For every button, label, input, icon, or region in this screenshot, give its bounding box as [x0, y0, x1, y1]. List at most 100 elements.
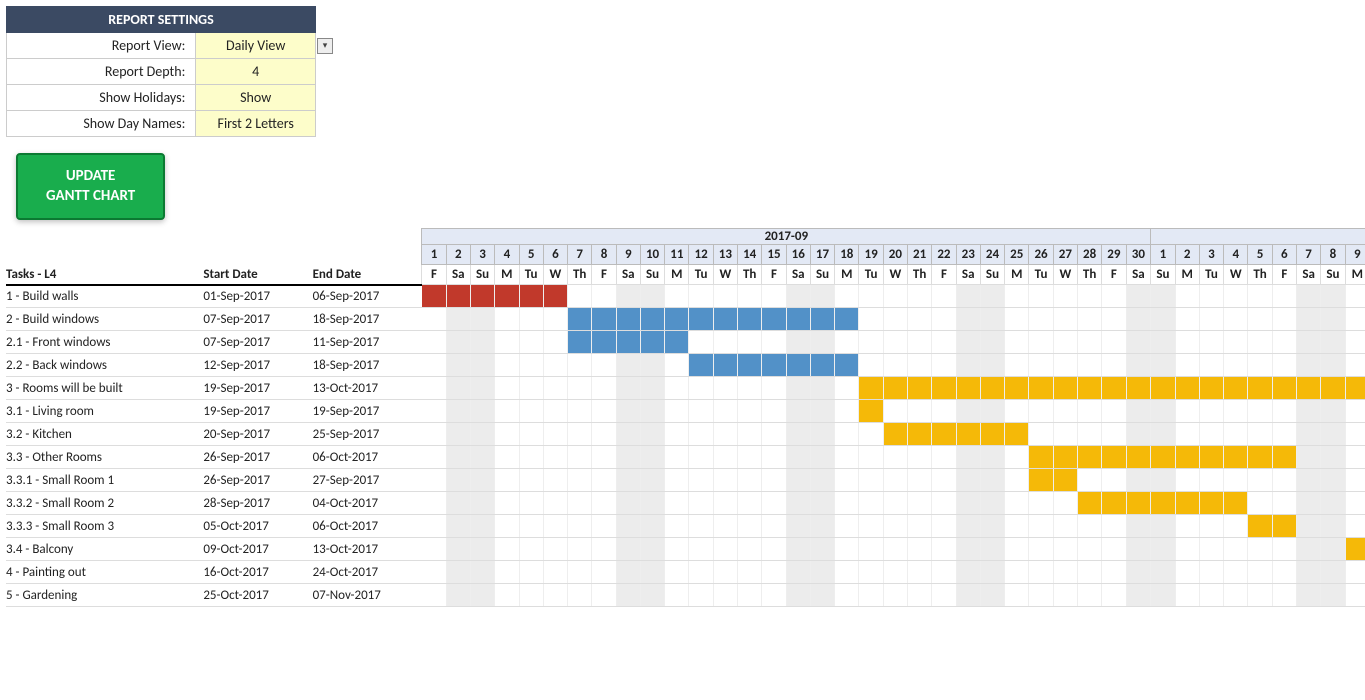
day-name: M: [495, 265, 519, 285]
grid-cell: [1199, 331, 1223, 354]
day-number: 25: [1005, 245, 1029, 265]
grid-cell: [640, 469, 664, 492]
grid-cell: [446, 469, 470, 492]
grid-cell: [592, 538, 616, 561]
grid-cell: [1345, 584, 1365, 607]
update-gantt-button[interactable]: UPDATE GANTT CHART: [16, 153, 165, 220]
grid-cell: [1224, 331, 1248, 354]
grid-cell: [1248, 400, 1272, 423]
grid-cell: [1296, 446, 1320, 469]
day-number: 7: [1296, 245, 1320, 265]
grid-cell: [1199, 423, 1223, 446]
grid-cell: [1199, 469, 1223, 492]
grid-cell: [1102, 538, 1126, 561]
grid-cell: [810, 492, 834, 515]
grid-cell: [592, 469, 616, 492]
grid-cell: [835, 285, 859, 308]
grid-cell: [1151, 469, 1175, 492]
grid-cell: [1102, 285, 1126, 308]
grid-cell: [1175, 423, 1199, 446]
task-name: 3.3.2 - Small Room 2: [6, 492, 203, 515]
gantt-bar: [883, 377, 907, 400]
grid-cell: [665, 285, 689, 308]
label-report-view: Report View:: [7, 33, 196, 59]
gantt-bar: [1029, 446, 1053, 469]
day-number: 13: [713, 245, 737, 265]
gantt-bar: [835, 354, 859, 377]
grid-cell: [835, 400, 859, 423]
grid-cell: [738, 538, 762, 561]
grid-cell: [883, 469, 907, 492]
grid-cell: [859, 561, 883, 584]
gantt-bar: [1029, 377, 1053, 400]
day-number: 8: [592, 245, 616, 265]
grid-cell: [1102, 331, 1126, 354]
settings-header: REPORT SETTINGS: [7, 7, 316, 33]
grid-cell: [1224, 469, 1248, 492]
table-row: 3.2 - Kitchen20-Sep-201725-Sep-2017: [6, 423, 1365, 446]
grid-cell: [980, 331, 1004, 354]
grid-cell: [883, 285, 907, 308]
grid-cell: [1296, 400, 1320, 423]
grid-cell: [1053, 492, 1077, 515]
gantt-bar: [786, 354, 810, 377]
grid-cell: [1345, 423, 1365, 446]
grid-cell: [446, 492, 470, 515]
grid-cell: [1053, 423, 1077, 446]
gantt-bar: [1345, 377, 1365, 400]
gantt-bar: [1077, 446, 1101, 469]
day-name: W: [713, 265, 737, 285]
grid-cell: [883, 308, 907, 331]
grid-cell: [1248, 423, 1272, 446]
task-name: 3.2 - Kitchen: [6, 423, 203, 446]
grid-cell: [738, 423, 762, 446]
grid-cell: [543, 377, 567, 400]
end-date: 04-Oct-2017: [313, 492, 422, 515]
grid-cell: [1151, 400, 1175, 423]
day-number: 28: [1077, 245, 1101, 265]
grid-cell: [1077, 538, 1101, 561]
grid-cell: [1296, 538, 1320, 561]
value-report-view[interactable]: Daily View ▾: [196, 33, 316, 59]
grid-cell: [543, 584, 567, 607]
grid-cell: [640, 377, 664, 400]
grid-cell: [519, 331, 543, 354]
task-name: 3.3.3 - Small Room 3: [6, 515, 203, 538]
grid-cell: [519, 423, 543, 446]
grid-cell: [1224, 538, 1248, 561]
grid-cell: [1175, 331, 1199, 354]
grid-cell: [908, 331, 932, 354]
day-name: Sa: [446, 265, 470, 285]
grid-cell: [980, 308, 1004, 331]
grid-cell: [1102, 308, 1126, 331]
grid-cell: [689, 469, 713, 492]
grid-cell: [1126, 354, 1151, 377]
grid-cell: [1029, 400, 1053, 423]
day-number: 2: [446, 245, 470, 265]
grid-cell: [616, 561, 640, 584]
grid-cell: [908, 469, 932, 492]
grid-cell: [1151, 584, 1175, 607]
grid-cell: [786, 515, 810, 538]
end-date: 06-Oct-2017: [313, 515, 422, 538]
grid-cell: [422, 446, 446, 469]
day-name: Su: [810, 265, 834, 285]
gantt-bar: [665, 308, 689, 331]
grid-cell: [495, 515, 519, 538]
value-report-depth[interactable]: 4: [196, 59, 316, 85]
value-show-daynames[interactable]: First 2 Letters: [196, 111, 316, 137]
gantt-bar: [908, 377, 932, 400]
grid-cell: [980, 446, 1004, 469]
task-name: 4 - Painting out: [6, 561, 203, 584]
grid-cell: [640, 423, 664, 446]
gantt-bar: [908, 423, 932, 446]
day-number: 17: [810, 245, 834, 265]
grid-cell: [470, 584, 494, 607]
grid-cell: [1126, 285, 1151, 308]
dropdown-icon[interactable]: ▾: [317, 38, 333, 54]
day-number: 10: [640, 245, 664, 265]
grid-cell: [689, 584, 713, 607]
start-date: 12-Sep-2017: [203, 354, 312, 377]
value-show-holidays[interactable]: Show: [196, 85, 316, 111]
grid-cell: [592, 285, 616, 308]
